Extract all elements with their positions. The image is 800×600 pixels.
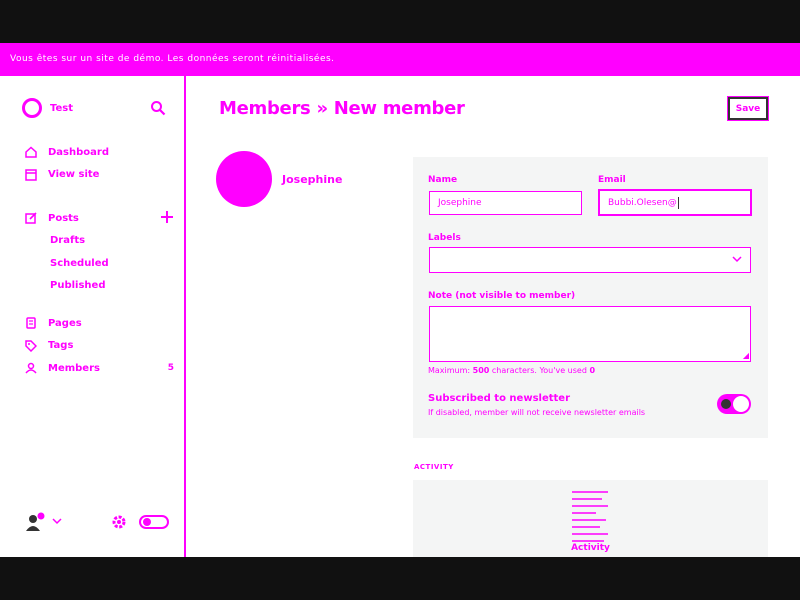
email-input[interactable]: Bubbi.Olesen@ <box>598 189 752 216</box>
site-name: Test <box>50 102 74 114</box>
nav-primary: Dashboard View site <box>24 141 174 186</box>
nav-members[interactable]: Members 5 <box>24 357 174 380</box>
note-hint: Maximum: 500 characters. You've used 0 <box>428 366 595 375</box>
note-hint-max: 500 <box>472 366 490 375</box>
activity-list-icon <box>572 490 608 542</box>
chevron-down-icon[interactable] <box>52 517 62 528</box>
email-label: Email <box>598 175 626 185</box>
nav-published[interactable]: Published <box>24 275 174 298</box>
nav-posts[interactable]: Posts <box>24 207 174 230</box>
members-count-badge: 5 <box>167 363 174 374</box>
nav-tags[interactable]: Tags <box>24 335 174 358</box>
bottom-frame-bar <box>0 557 800 600</box>
top-frame-bar <box>0 0 800 43</box>
plus-icon[interactable] <box>160 210 174 227</box>
note-hint-mid: characters. You've used <box>489 366 590 375</box>
nav-scheduled-label: Scheduled <box>50 257 109 269</box>
nav-view-site[interactable]: View site <box>24 164 174 187</box>
breadcrumb-parent[interactable]: Members <box>219 98 311 119</box>
nav-dashboard-label: Dashboard <box>48 146 109 158</box>
member-display-name: Josephine <box>282 173 343 186</box>
member-form-panel: Name Josephine Email Bubbi.Olesen@ Label… <box>413 157 768 438</box>
nav-pages-label: Pages <box>48 317 82 329</box>
nav-scheduled[interactable]: Scheduled <box>24 252 174 275</box>
nav-drafts[interactable]: Drafts <box>24 230 174 253</box>
nav-posts-label: Posts <box>48 212 79 224</box>
toggle-track-dot <box>721 399 731 409</box>
dark-mode-toggle[interactable] <box>139 515 169 529</box>
note-textarea[interactable]: ◢ <box>429 306 751 362</box>
name-label: Name <box>428 175 458 185</box>
email-value: Bubbi.Olesen@ <box>608 197 677 208</box>
nav-secondary: Pages Tags Members 5 <box>24 312 174 380</box>
nav-tags-label: Tags <box>48 340 74 352</box>
note-label: Note (not visible to member) <box>428 291 576 301</box>
note-hint-prefix: Maximum: <box>428 366 473 375</box>
site-brand[interactable]: Test <box>22 98 73 118</box>
newsletter-description: If disabled, member will not receive new… <box>428 408 646 417</box>
activity-heading: ACTIVITY <box>414 463 454 471</box>
home-icon <box>24 145 38 159</box>
name-input[interactable]: Josephine <box>429 191 582 215</box>
page-title: Members » New member <box>219 98 465 119</box>
nav-published-label: Published <box>50 280 106 292</box>
search-icon[interactable] <box>150 100 166 116</box>
resize-handle-icon[interactable]: ◢ <box>743 352 749 360</box>
note-hint-used: 0 <box>589 366 596 375</box>
nav-dashboard[interactable]: Dashboard <box>24 141 174 164</box>
member-avatar <box>216 151 272 207</box>
chevron-down-icon <box>732 255 742 266</box>
breadcrumb-separator: » <box>316 98 328 119</box>
nav-posts-group: Posts Drafts Scheduled Published <box>24 207 174 297</box>
user-avatar-icon[interactable] <box>24 511 46 533</box>
sidebar-footer <box>24 510 169 534</box>
gear-icon[interactable] <box>111 514 127 530</box>
edit-icon <box>24 211 38 225</box>
browser-icon <box>24 168 38 182</box>
activity-empty-label: Activity <box>571 543 610 553</box>
text-cursor <box>677 196 679 209</box>
sidebar: Test Dashboard View site Posts Drafts Sc… <box>0 76 186 557</box>
save-button[interactable]: Save <box>727 96 769 121</box>
tag-icon <box>24 339 38 353</box>
admin-app: Test Dashboard View site Posts Drafts Sc… <box>0 76 800 557</box>
nav-pages[interactable]: Pages <box>24 312 174 335</box>
activity-panel: Activity <box>413 480 768 557</box>
newsletter-title: Subscribed to newsletter <box>428 393 571 404</box>
page-icon <box>24 316 38 330</box>
breadcrumb-current: New member <box>333 98 465 119</box>
labels-label: Labels <box>428 233 461 243</box>
nav-view-site-label: View site <box>48 169 100 181</box>
newsletter-toggle[interactable] <box>717 394 751 414</box>
nav-drafts-label: Drafts <box>50 235 86 247</box>
site-logo-icon <box>22 98 42 118</box>
nav-members-label: Members <box>48 362 100 374</box>
demo-banner: Vous êtes sur un site de démo. Les donné… <box>0 43 800 76</box>
labels-select[interactable] <box>429 247 751 273</box>
members-icon <box>24 361 38 375</box>
